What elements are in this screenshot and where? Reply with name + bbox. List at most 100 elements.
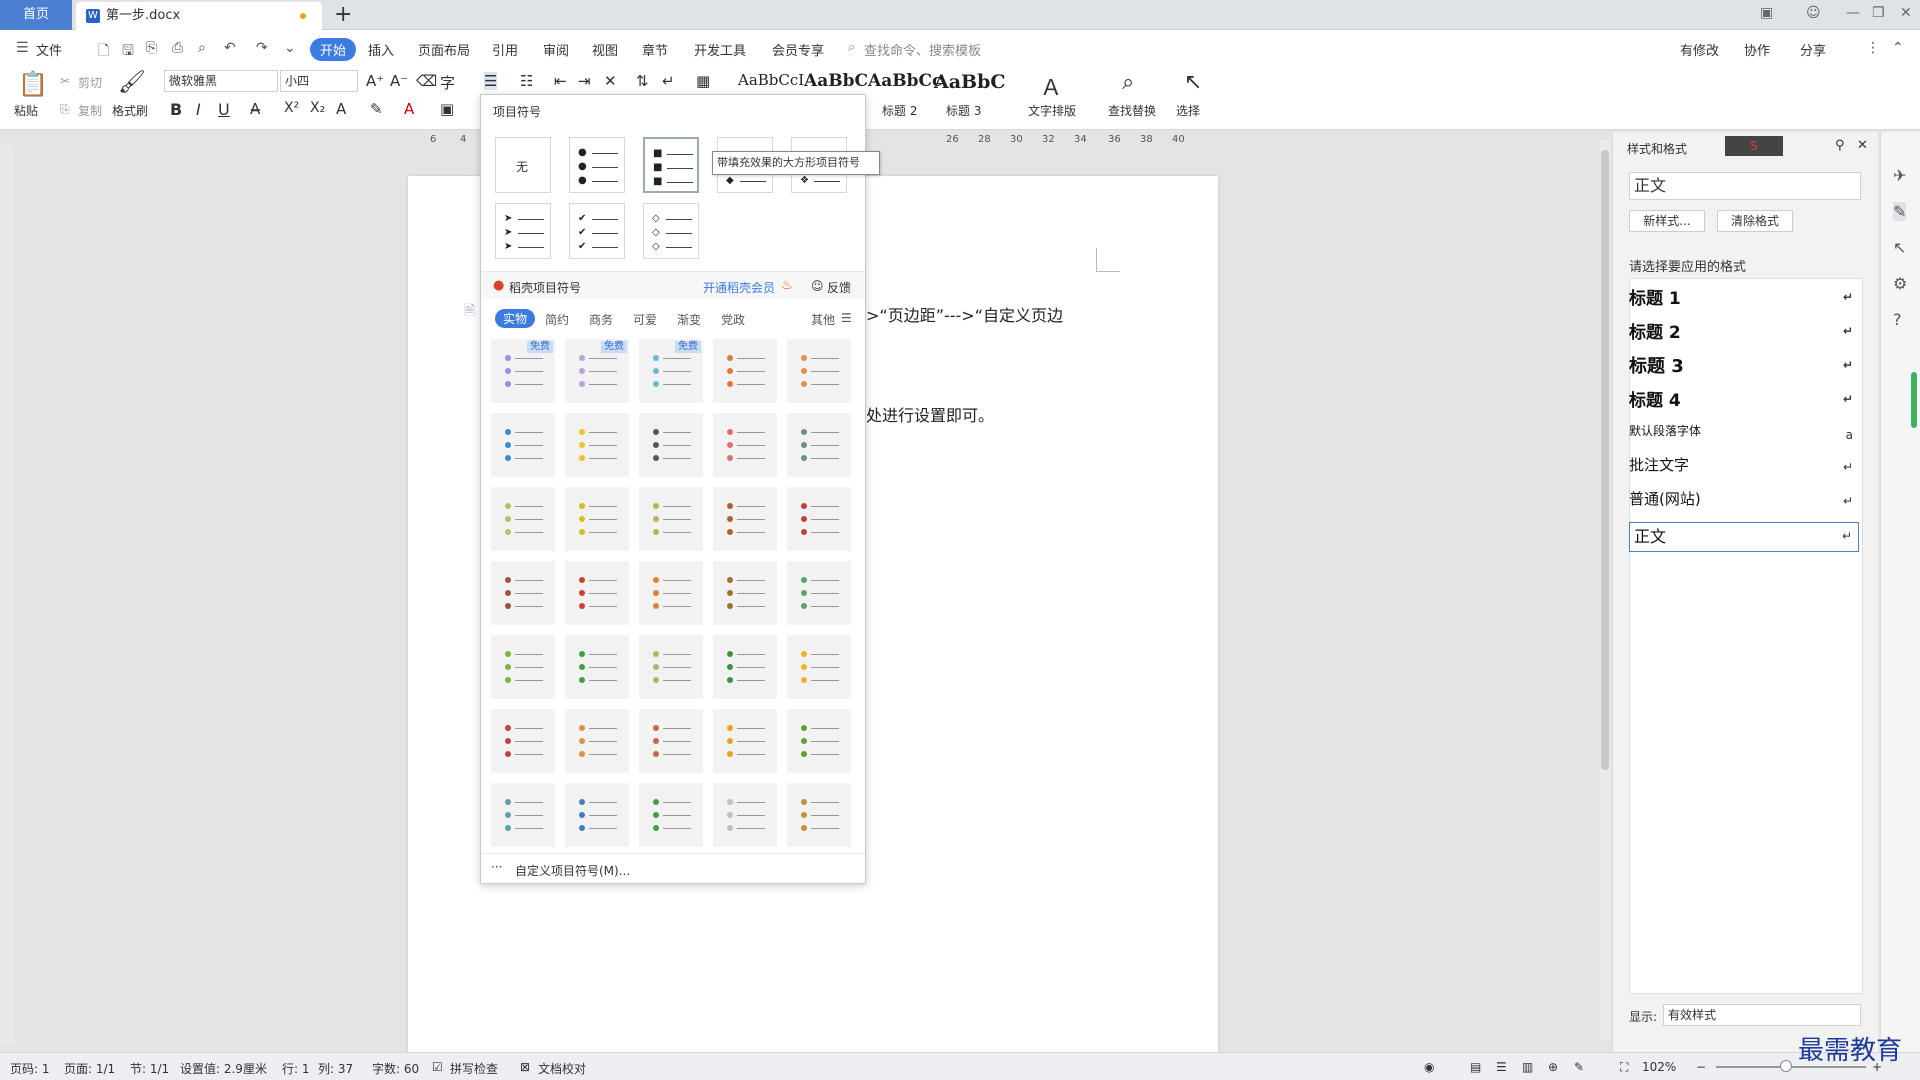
feedback-link[interactable]: 反馈 [827,279,851,296]
help-icon[interactable]: ? [1893,310,1902,329]
table-icon[interactable]: ▦ [696,72,710,90]
bullet-template-cell[interactable] [787,783,851,847]
zoom-level[interactable]: 102% [1642,1060,1676,1074]
category-tab-simple[interactable]: 简约 [545,311,569,328]
phonetic-icon[interactable]: 字 [440,72,455,93]
select-button[interactable]: 选择 [1176,102,1200,119]
menu-start[interactable]: 开始 [310,38,357,61]
bullet-template-cell[interactable] [491,635,555,699]
italic-icon[interactable]: I [196,100,201,119]
bullet-template-cell[interactable] [787,487,851,551]
char-border-icon[interactable]: ▣ [440,100,454,118]
new-doc-icon[interactable]: 🗋 [98,40,109,64]
share-button[interactable]: 分享 [1800,40,1826,59]
bullet-list-icon[interactable]: ☰ [484,72,498,90]
typeset-button[interactable]: 文字排版 [1028,102,1076,119]
select-pointer-icon[interactable]: ↖ [1893,238,1906,257]
bullet-template-cell[interactable] [639,561,703,625]
bullet-template-cell[interactable] [565,487,629,551]
cut-button[interactable]: 剪切 [78,74,102,91]
panel-close-icon[interactable]: ✕ [1857,138,1868,153]
category-tab-objects[interactable]: 实物 [495,309,536,328]
menu-layout[interactable]: 页面布局 [418,40,470,59]
spell-check-button[interactable]: 拼写检查 [450,1060,498,1077]
increase-indent-icon[interactable]: ⇥ [578,72,591,90]
doc-text-line[interactable]: >“页边距”--->“自定义页边 [866,302,1063,326]
bullet-template-cell[interactable] [713,561,777,625]
open-vip-link[interactable]: 开通稻壳会员 [703,279,775,296]
category-tab-party[interactable]: 党政 [721,311,745,328]
category-tab-gradient[interactable]: 渐变 [677,311,701,328]
bullet-template-cell[interactable] [639,413,703,477]
menu-review[interactable]: 审阅 [543,40,569,59]
menu-devtools[interactable]: 开发工具 [694,40,746,59]
bullet-template-cell[interactable] [787,635,851,699]
paragraph-mark-icon[interactable]: ↵ [662,72,675,90]
strikethrough-icon[interactable]: A̶ [250,100,260,118]
subscript-icon[interactable]: X₂ [310,100,325,116]
bullet-template-cell[interactable] [713,487,777,551]
zoom-slider-handle[interactable] [1780,1060,1792,1072]
avatar[interactable]: ☺ [1806,5,1821,21]
style-item-default-font[interactable]: 默认段落字体 a [1629,422,1859,452]
bullet-template-cell[interactable] [787,709,851,773]
bullet-template-cell[interactable] [639,487,703,551]
menu-insert[interactable]: 插入 [368,40,394,59]
clear-format-icon[interactable]: ⌫ [416,72,437,90]
output-icon[interactable]: ⎘ [146,40,157,56]
shrink-font-icon[interactable]: A⁻ [390,72,408,90]
zoom-out-icon[interactable]: − [1696,1060,1706,1074]
window-count-icon[interactable]: ▣ [1760,5,1773,21]
undo-icon[interactable]: ↶ [224,40,236,56]
bullet-hollow-diamond[interactable]: ◇ ◇ ◇ [643,203,699,259]
select-cursor-icon[interactable]: ↖ [1184,70,1202,95]
bullet-round[interactable]: ● ● ● [569,137,625,193]
style-pen-icon[interactable]: ✎ [1893,202,1907,221]
style-item-normal[interactable]: 正文 ↵ [1629,522,1859,552]
bullet-template-cell[interactable] [639,709,703,773]
category-tab-cute[interactable]: 可爱 [633,311,657,328]
highlight-icon[interactable]: ✎ [370,100,383,118]
bullet-template-cell[interactable] [565,783,629,847]
command-search-input[interactable]: 查找命令、搜索模板 [864,40,981,59]
web-view-icon[interactable]: ⊕ [1548,1060,1558,1074]
category-tab-other[interactable]: 其他 [811,311,835,328]
bullet-template-cell[interactable] [491,783,555,847]
underline-icon[interactable]: U [218,100,230,119]
outline-view-icon[interactable]: ☰ [1496,1060,1507,1074]
other-menu-icon[interactable]: ☰ [841,311,852,325]
collapse-ribbon-icon[interactable]: ⌃ [1892,40,1904,56]
redo-icon[interactable]: ↷ [256,40,268,56]
restore-icon[interactable]: ❐ [1872,5,1885,21]
style-item-heading2[interactable]: 标题 2 ↵ [1629,318,1859,348]
bullet-template-cell[interactable] [491,709,555,773]
fit-page-icon[interactable]: ⛶ [1620,1060,1628,1075]
typeset-icon[interactable]: Ａ [1040,70,1062,102]
bullet-template-cell[interactable] [713,339,777,403]
font-family-select[interactable]: 微软雅黑 [164,70,278,92]
bullet-template-cell[interactable] [565,709,629,773]
text-effect-icon[interactable]: A [336,100,346,118]
bullet-template-cell[interactable] [491,561,555,625]
numbered-list-icon[interactable]: ☷ [520,72,533,90]
new-style-button[interactable]: 新样式... [1629,210,1705,232]
collaborate-button[interactable]: 协作 [1744,40,1770,59]
show-filter-select[interactable]: 有效样式 [1663,1004,1861,1026]
decrease-indent-icon[interactable]: ⇤ [554,72,567,90]
category-tab-business[interactable]: 商务 [589,311,613,328]
copy-icon[interactable]: ⎘ [60,102,70,117]
bullet-template-cell[interactable] [787,413,851,477]
settings-sliders-icon[interactable]: ⚙ [1893,274,1907,293]
chinese-layout-icon[interactable]: ✕ [604,72,617,90]
spell-check-icon[interactable]: ☑ [432,1060,443,1074]
bullet-template-cell[interactable] [713,413,777,477]
find-replace-button[interactable]: 查找替换 [1108,102,1156,119]
custom-bullet-button[interactable]: 自定义项目符号(M)... [515,862,630,879]
bullet-arrow[interactable]: ➤ ➤ ➤ [495,203,551,259]
bullet-template-cell[interactable] [713,635,777,699]
proof-icon[interactable]: ⊠ [520,1060,530,1074]
save-icon[interactable]: 🖫 [122,40,134,64]
preview-icon[interactable]: ⌕ [198,40,206,56]
bullet-template-cell[interactable] [713,709,777,773]
pin-icon[interactable]: ⚲ [1835,138,1845,153]
